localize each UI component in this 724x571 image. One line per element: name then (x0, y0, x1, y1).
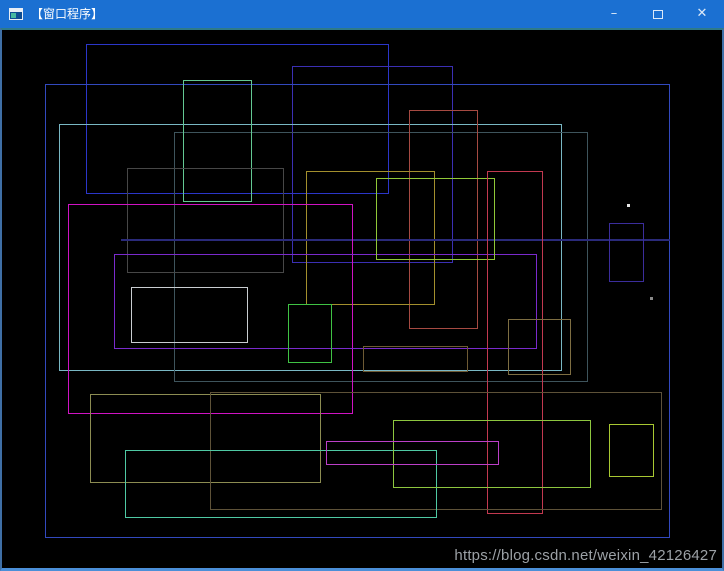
minimize-button[interactable]: – (592, 0, 636, 28)
title-bar: 【窗口程序】 – ✕ (0, 0, 724, 28)
close-button[interactable]: ✕ (680, 0, 724, 28)
caption-buttons: – ✕ (592, 0, 724, 28)
minimize-icon: – (610, 6, 618, 21)
maximize-icon (653, 9, 663, 19)
maximize-button[interactable] (636, 0, 680, 28)
watermark-text: https://blog.csdn.net/weixin_42126427 (454, 547, 717, 564)
close-icon: ✕ (696, 6, 708, 21)
app-window: 【窗口程序】 – ✕ https://blog.csdn.net/weixin_… (0, 0, 724, 571)
client-area (0, 28, 724, 571)
app-icon (9, 8, 23, 20)
window-title: 【窗口程序】 (31, 7, 104, 21)
